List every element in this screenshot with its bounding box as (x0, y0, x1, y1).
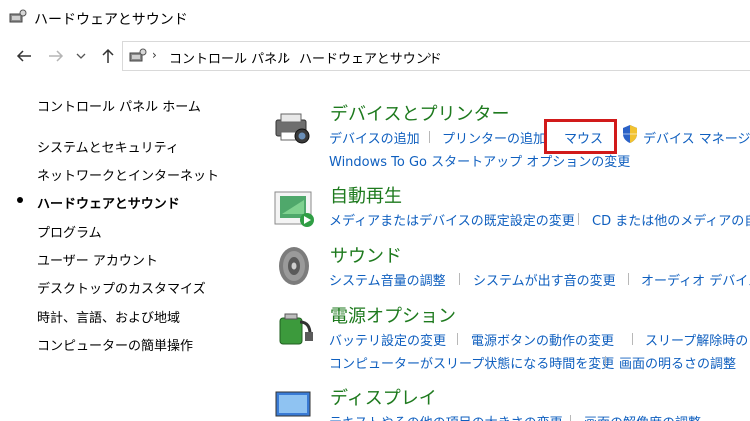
category-title-devices-printers[interactable]: デバイスとプリンター (330, 100, 509, 126)
active-bullet (17, 197, 23, 203)
breadcrumb-separator[interactable]: › (283, 48, 288, 62)
category-power-options: 電源オプション バッテリ設定の変更 電源ボタンの動作の変更 スリープ解除時の コ… (272, 302, 750, 374)
sidebar-item-clock-language-region[interactable]: 時計、言語、および地域 (37, 307, 180, 326)
back-arrow-icon (16, 50, 31, 62)
recent-locations-button[interactable] (74, 47, 88, 65)
link-separator (570, 415, 571, 421)
forward-button[interactable] (46, 47, 66, 65)
category-autoplay: 自動再生 メディアまたはデバイスの既定設定の変更 CD または他のメディアの自動 (272, 182, 750, 232)
link-change-sleep-time[interactable]: コンピューターがスリープ状態になる時間を変更 (329, 353, 614, 372)
link-separator (632, 333, 633, 345)
link-change-system-sounds[interactable]: システムが出す音の変更 (473, 270, 616, 289)
link-add-device[interactable]: デバイスの追加 (329, 128, 420, 147)
mouse-link-highlight (544, 119, 617, 154)
category-title-power-options[interactable]: 電源オプション (330, 302, 456, 328)
sidebar-item-control-panel-home[interactable]: コントロール パネル ホーム (37, 96, 201, 115)
printer-camera-icon (275, 113, 310, 144)
hardware-sound-icon (129, 48, 147, 62)
breadcrumb-control-panel[interactable]: コントロール パネル (169, 48, 290, 67)
window-title: ハードウェアとサウンド (34, 12, 188, 28)
link-separator (578, 213, 579, 225)
forward-arrow-icon (49, 50, 64, 62)
link-add-printer[interactable]: プリンターの追加 (442, 128, 546, 147)
link-screen-resolution[interactable]: 画面の解像度の調整 (584, 412, 701, 421)
back-button[interactable] (14, 47, 34, 65)
link-change-battery-settings[interactable]: バッテリ設定の変更 (329, 330, 446, 349)
category-devices-printers: デバイスとプリンター デバイスの追加 プリンターの追加 マウス デバイス マネー… (272, 100, 750, 172)
link-separator (459, 273, 460, 285)
link-adjust-brightness[interactable]: 画面の明るさの調整 (619, 353, 736, 372)
speaker-icon (279, 247, 309, 285)
link-device-manager[interactable]: デバイス マネージャー (643, 128, 750, 147)
chevron-down-icon (76, 53, 86, 59)
breadcrumb-hardware-sound[interactable]: ハードウェアとサウンド (299, 48, 442, 67)
link-change-power-button[interactable]: 電源ボタンの動作の変更 (471, 330, 614, 349)
breadcrumb-separator[interactable]: › (427, 48, 432, 62)
link-adjust-system-volume[interactable]: システム音量の調整 (329, 270, 446, 289)
sidebar-item-hardware-sound[interactable]: ハードウェアとサウンド (37, 193, 180, 212)
navigation-bar: › コントロール パネル › ハードウェアとサウンド › (0, 40, 750, 72)
link-cd-media-autoplay[interactable]: CD または他のメディアの自動 (592, 210, 750, 229)
sidebar: コントロール パネル ホーム システムとセキュリティ ネットワークとインターネッ… (0, 72, 260, 421)
sidebar-item-ease-of-access[interactable]: コンピューターの簡単操作 (37, 335, 193, 354)
link-text-size[interactable]: テキストやその他の項目の大きさの変更 (329, 412, 563, 421)
link-separator (429, 131, 430, 143)
title-bar: ハードウェアとサウンド (0, 0, 750, 36)
category-title-sound[interactable]: サウンド (330, 242, 402, 268)
link-separator (628, 273, 629, 285)
up-button[interactable] (98, 47, 118, 65)
breadcrumb-separator[interactable]: › (152, 48, 157, 62)
autoplay-icon (274, 191, 314, 227)
sidebar-item-user-accounts[interactable]: ユーザー アカウント (37, 250, 158, 269)
up-arrow-icon (102, 48, 114, 63)
category-sound: サウンド システム音量の調整 システムが出す音の変更 オーディオ デバイスの (272, 242, 750, 292)
sidebar-item-network-internet[interactable]: ネットワークとインターネット (37, 165, 219, 184)
sidebar-item-system-security[interactable]: システムとセキュリティ (37, 137, 179, 156)
sidebar-item-programs[interactable]: プログラム (37, 222, 102, 241)
category-title-autoplay[interactable]: 自動再生 (330, 182, 402, 208)
link-separator (457, 333, 458, 345)
link-audio-devices[interactable]: オーディオ デバイスの (641, 270, 750, 289)
hardware-sound-icon (9, 9, 27, 23)
address-bar[interactable]: › コントロール パネル › ハードウェアとサウンド › (122, 41, 750, 71)
sidebar-item-desktop-customization[interactable]: デスクトップのカスタマイズ (37, 278, 206, 297)
battery-power-icon (279, 313, 313, 345)
monitor-icon (275, 391, 311, 417)
category-title-display[interactable]: ディスプレイ (330, 384, 437, 410)
category-display: ディスプレイ テキストやその他の項目の大きさの変更 画面の解像度の調整 (272, 384, 750, 421)
link-wakeup-password[interactable]: スリープ解除時の (645, 330, 748, 349)
link-separator (605, 356, 606, 368)
link-change-default-settings[interactable]: メディアまたはデバイスの既定設定の変更 (329, 210, 575, 229)
uac-shield-icon (623, 125, 637, 143)
